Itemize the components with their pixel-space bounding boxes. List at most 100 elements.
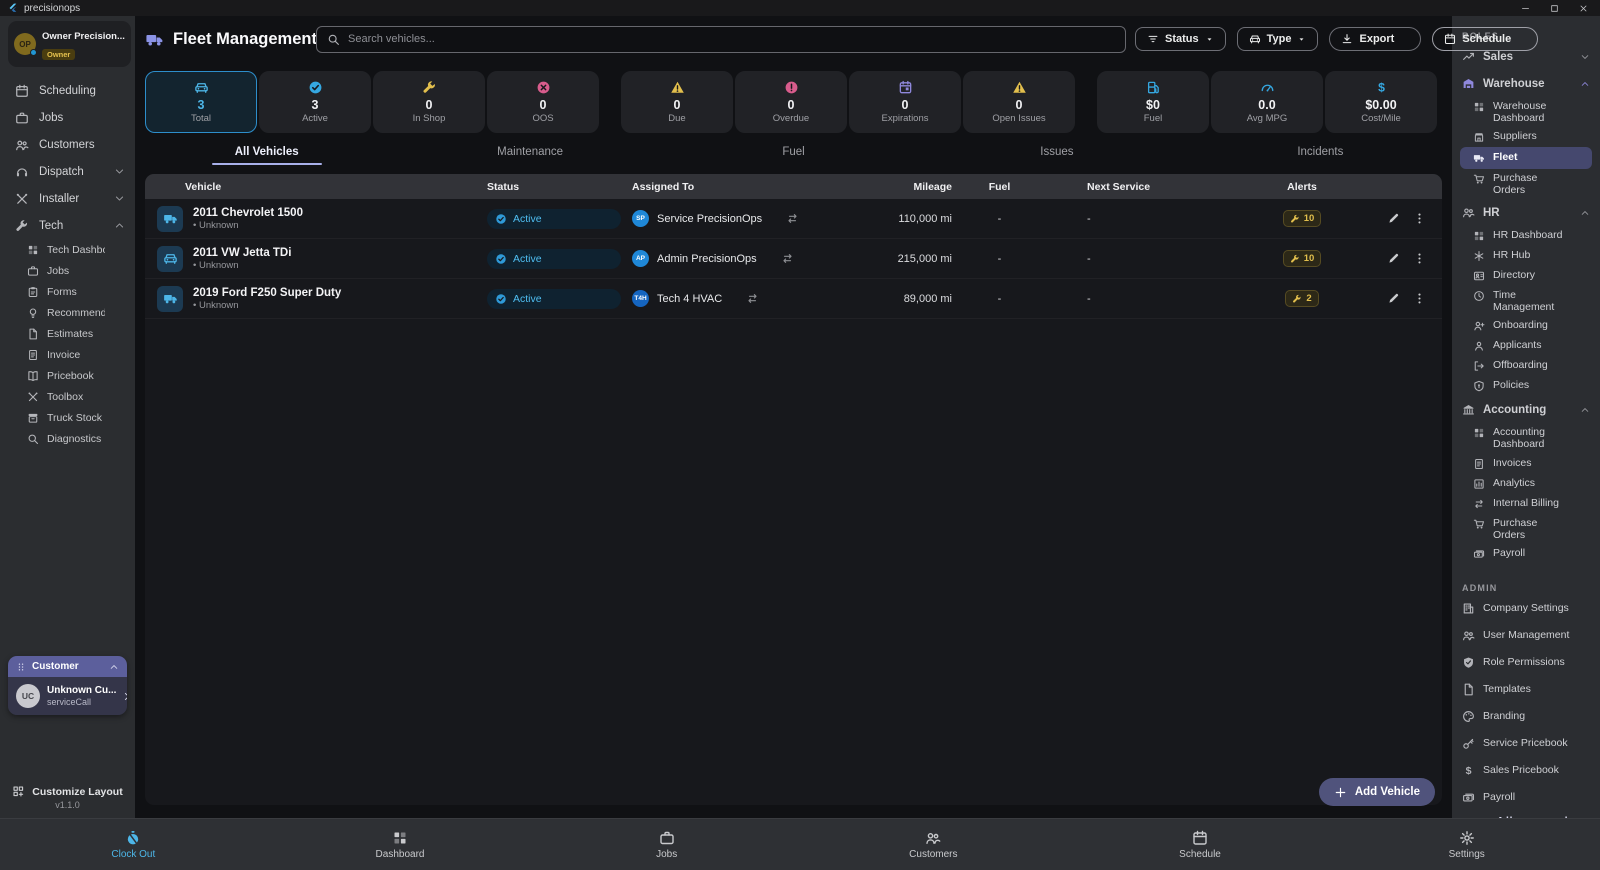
sidebar-nav-item[interactable]: Invoice — [0, 344, 135, 365]
table-row[interactable]: 2011 VW Jetta TDi • Unknown Active AP Ad… — [145, 239, 1442, 279]
tab[interactable]: All Vehicles — [135, 138, 398, 165]
edit-icon[interactable] — [1387, 212, 1400, 225]
roles-sidebar-item[interactable]: HR Dashboard — [1460, 226, 1596, 246]
table-row[interactable]: 2011 Chevrolet 1500 • Unknown Active SP … — [145, 199, 1442, 239]
roles-sidebar-item[interactable]: Fleet — [1460, 147, 1592, 170]
roles-sidebar-item[interactable]: Branding — [1460, 703, 1596, 730]
stat-card[interactable]: 0 OOS — [487, 71, 599, 133]
sidebar-nav-item[interactable]: Estimates — [0, 323, 135, 344]
roles-sidebar-item[interactable]: Directory — [1460, 266, 1596, 286]
stat-card[interactable]: 3 Active — [259, 71, 371, 133]
header-action-button[interactable]: Type — [1236, 27, 1319, 51]
sidebar-nav-item[interactable]: Recommendations — [0, 302, 135, 323]
roles-sidebar-item[interactable]: ADMIN — [1460, 580, 1596, 595]
roles-sidebar-item[interactable]: Time Management — [1460, 286, 1596, 316]
roles-sidebar-item[interactable]: Analytics — [1460, 474, 1596, 494]
roles-sidebar-item[interactable]: $ Sales Pricebook — [1460, 757, 1596, 784]
sidebar-nav-item[interactable]: Tech Dashboard — [0, 239, 135, 260]
edit-icon[interactable] — [1387, 252, 1400, 265]
roles-sidebar-item[interactable]: HR Hub — [1460, 246, 1596, 266]
stat-card[interactable]: 0 Due — [621, 71, 733, 133]
stat-card[interactable]: $ $0.00 Cost/Mile — [1325, 71, 1437, 133]
more-options-icon[interactable] — [1413, 212, 1426, 225]
header-action-button[interactable]: Export — [1329, 27, 1422, 51]
bottom-nav-item[interactable]: Customers — [800, 819, 1067, 870]
reassign-icon[interactable] — [781, 252, 794, 265]
minimize-icon[interactable] — [1521, 4, 1530, 13]
bottom-nav-item[interactable]: Dashboard — [267, 819, 534, 870]
close-icon[interactable] — [123, 691, 127, 702]
roles-sidebar-item[interactable]: Templates — [1460, 676, 1596, 703]
sidebar-nav-item[interactable]: Tech — [0, 212, 135, 239]
alerts-badge[interactable]: 10 — [1282, 250, 1322, 267]
status-badge[interactable]: Active — [487, 248, 621, 269]
customer-widget-header[interactable]: Customer — [8, 656, 127, 677]
edit-icon[interactable] — [1387, 292, 1400, 305]
sidebar-nav-item[interactable]: Pricebook — [0, 365, 135, 386]
bottom-nav-item[interactable]: Settings — [1333, 819, 1600, 870]
bottom-nav-item[interactable]: Clock Out — [0, 819, 267, 870]
roles-sidebar-item[interactable]: Purchase Orders — [1460, 169, 1596, 199]
sidebar-nav-item[interactable]: Dispatch — [0, 158, 135, 185]
customize-layout-button[interactable]: Customize Layout — [12, 785, 123, 798]
roles-sidebar-item[interactable]: Payroll — [1460, 544, 1596, 564]
maximize-icon[interactable] — [1550, 4, 1559, 13]
stat-card[interactable]: 0 Open Issues — [963, 71, 1075, 133]
more-options-icon[interactable] — [1413, 252, 1426, 265]
roles-sidebar-item[interactable]: HR — [1460, 199, 1596, 226]
roles-sidebar-item[interactable]: User Management — [1460, 622, 1596, 649]
add-vehicle-button[interactable]: Add Vehicle — [1318, 778, 1435, 806]
stat-card[interactable]: 0 Expirations — [849, 71, 961, 133]
roles-sidebar-item[interactable]: Invoices — [1460, 454, 1596, 474]
drag-handle-icon[interactable] — [16, 662, 26, 672]
sidebar-nav-item[interactable]: Diagnostics — [0, 428, 135, 449]
status-badge[interactable]: Active — [487, 288, 621, 309]
alerts-badge[interactable]: 2 — [1285, 290, 1319, 307]
tab[interactable]: Maintenance — [398, 138, 661, 165]
bottom-nav-item[interactable]: Jobs — [533, 819, 800, 870]
status-badge[interactable]: Active — [487, 208, 621, 229]
roles-sidebar-item[interactable]: Onboarding — [1460, 316, 1596, 336]
header-action-button[interactable]: Status — [1135, 27, 1226, 51]
header-action-button[interactable]: Schedule — [1432, 27, 1539, 51]
sidebar-nav-item[interactable]: Toolbox — [0, 386, 135, 407]
stat-card[interactable]: 0.0 Avg MPG — [1211, 71, 1323, 133]
roles-sidebar-item[interactable]: Policies — [1460, 376, 1596, 396]
stat-card[interactable]: $0 Fuel — [1097, 71, 1209, 133]
roles-sidebar-item[interactable]: Offboarding — [1460, 356, 1596, 376]
sidebar-nav-item[interactable]: Jobs — [0, 260, 135, 281]
more-options-icon[interactable] — [1413, 292, 1426, 305]
alerts-badge[interactable]: 10 — [1282, 210, 1322, 227]
roles-sidebar-item[interactable]: Internal Billing — [1460, 494, 1596, 514]
bottom-nav-item[interactable]: Schedule — [1067, 819, 1334, 870]
tab[interactable]: Fuel — [662, 138, 925, 165]
close-icon[interactable] — [1579, 4, 1588, 13]
roles-sidebar-item[interactable]: Purchase Orders — [1460, 514, 1596, 544]
user-profile-chip[interactable]: OP Owner Precision... Owner — [8, 21, 131, 67]
roles-sidebar-item[interactable]: All synced — [1460, 811, 1596, 818]
vehicle-search-bar[interactable] — [316, 25, 1126, 53]
reassign-icon[interactable] — [746, 292, 759, 305]
search-input[interactable] — [348, 33, 1115, 45]
roles-sidebar-item[interactable]: Accounting Dashboard — [1460, 423, 1596, 453]
tab[interactable]: Incidents — [1189, 138, 1452, 165]
tab[interactable]: Issues — [925, 138, 1188, 165]
roles-sidebar-item[interactable]: Suppliers — [1460, 127, 1596, 147]
stat-card[interactable]: 0 Overdue — [735, 71, 847, 133]
roles-sidebar-item[interactable]: Company Settings — [1460, 595, 1596, 622]
table-row[interactable]: 2019 Ford F250 Super Duty • Unknown Acti… — [145, 279, 1442, 319]
roles-sidebar-item[interactable]: Service Pricebook — [1460, 730, 1596, 757]
sidebar-nav-item[interactable]: Customers — [0, 131, 135, 158]
chevron-up-icon[interactable] — [109, 662, 119, 672]
sidebar-nav-item[interactable]: Forms — [0, 281, 135, 302]
sidebar-nav-item[interactable]: Truck Stock — [0, 407, 135, 428]
roles-sidebar-item[interactable]: Warehouse — [1460, 70, 1596, 97]
roles-sidebar-item[interactable]: Payroll — [1460, 784, 1596, 811]
stat-card[interactable]: 3 Total — [145, 71, 257, 133]
roles-sidebar-item[interactable]: Applicants — [1460, 336, 1596, 356]
reassign-icon[interactable] — [786, 212, 799, 225]
stat-card[interactable]: 0 In Shop — [373, 71, 485, 133]
roles-sidebar-item[interactable]: Accounting — [1460, 396, 1596, 423]
sidebar-nav-item[interactable]: Installer — [0, 185, 135, 212]
roles-sidebar-item[interactable]: Warehouse Dashboard — [1460, 97, 1596, 127]
